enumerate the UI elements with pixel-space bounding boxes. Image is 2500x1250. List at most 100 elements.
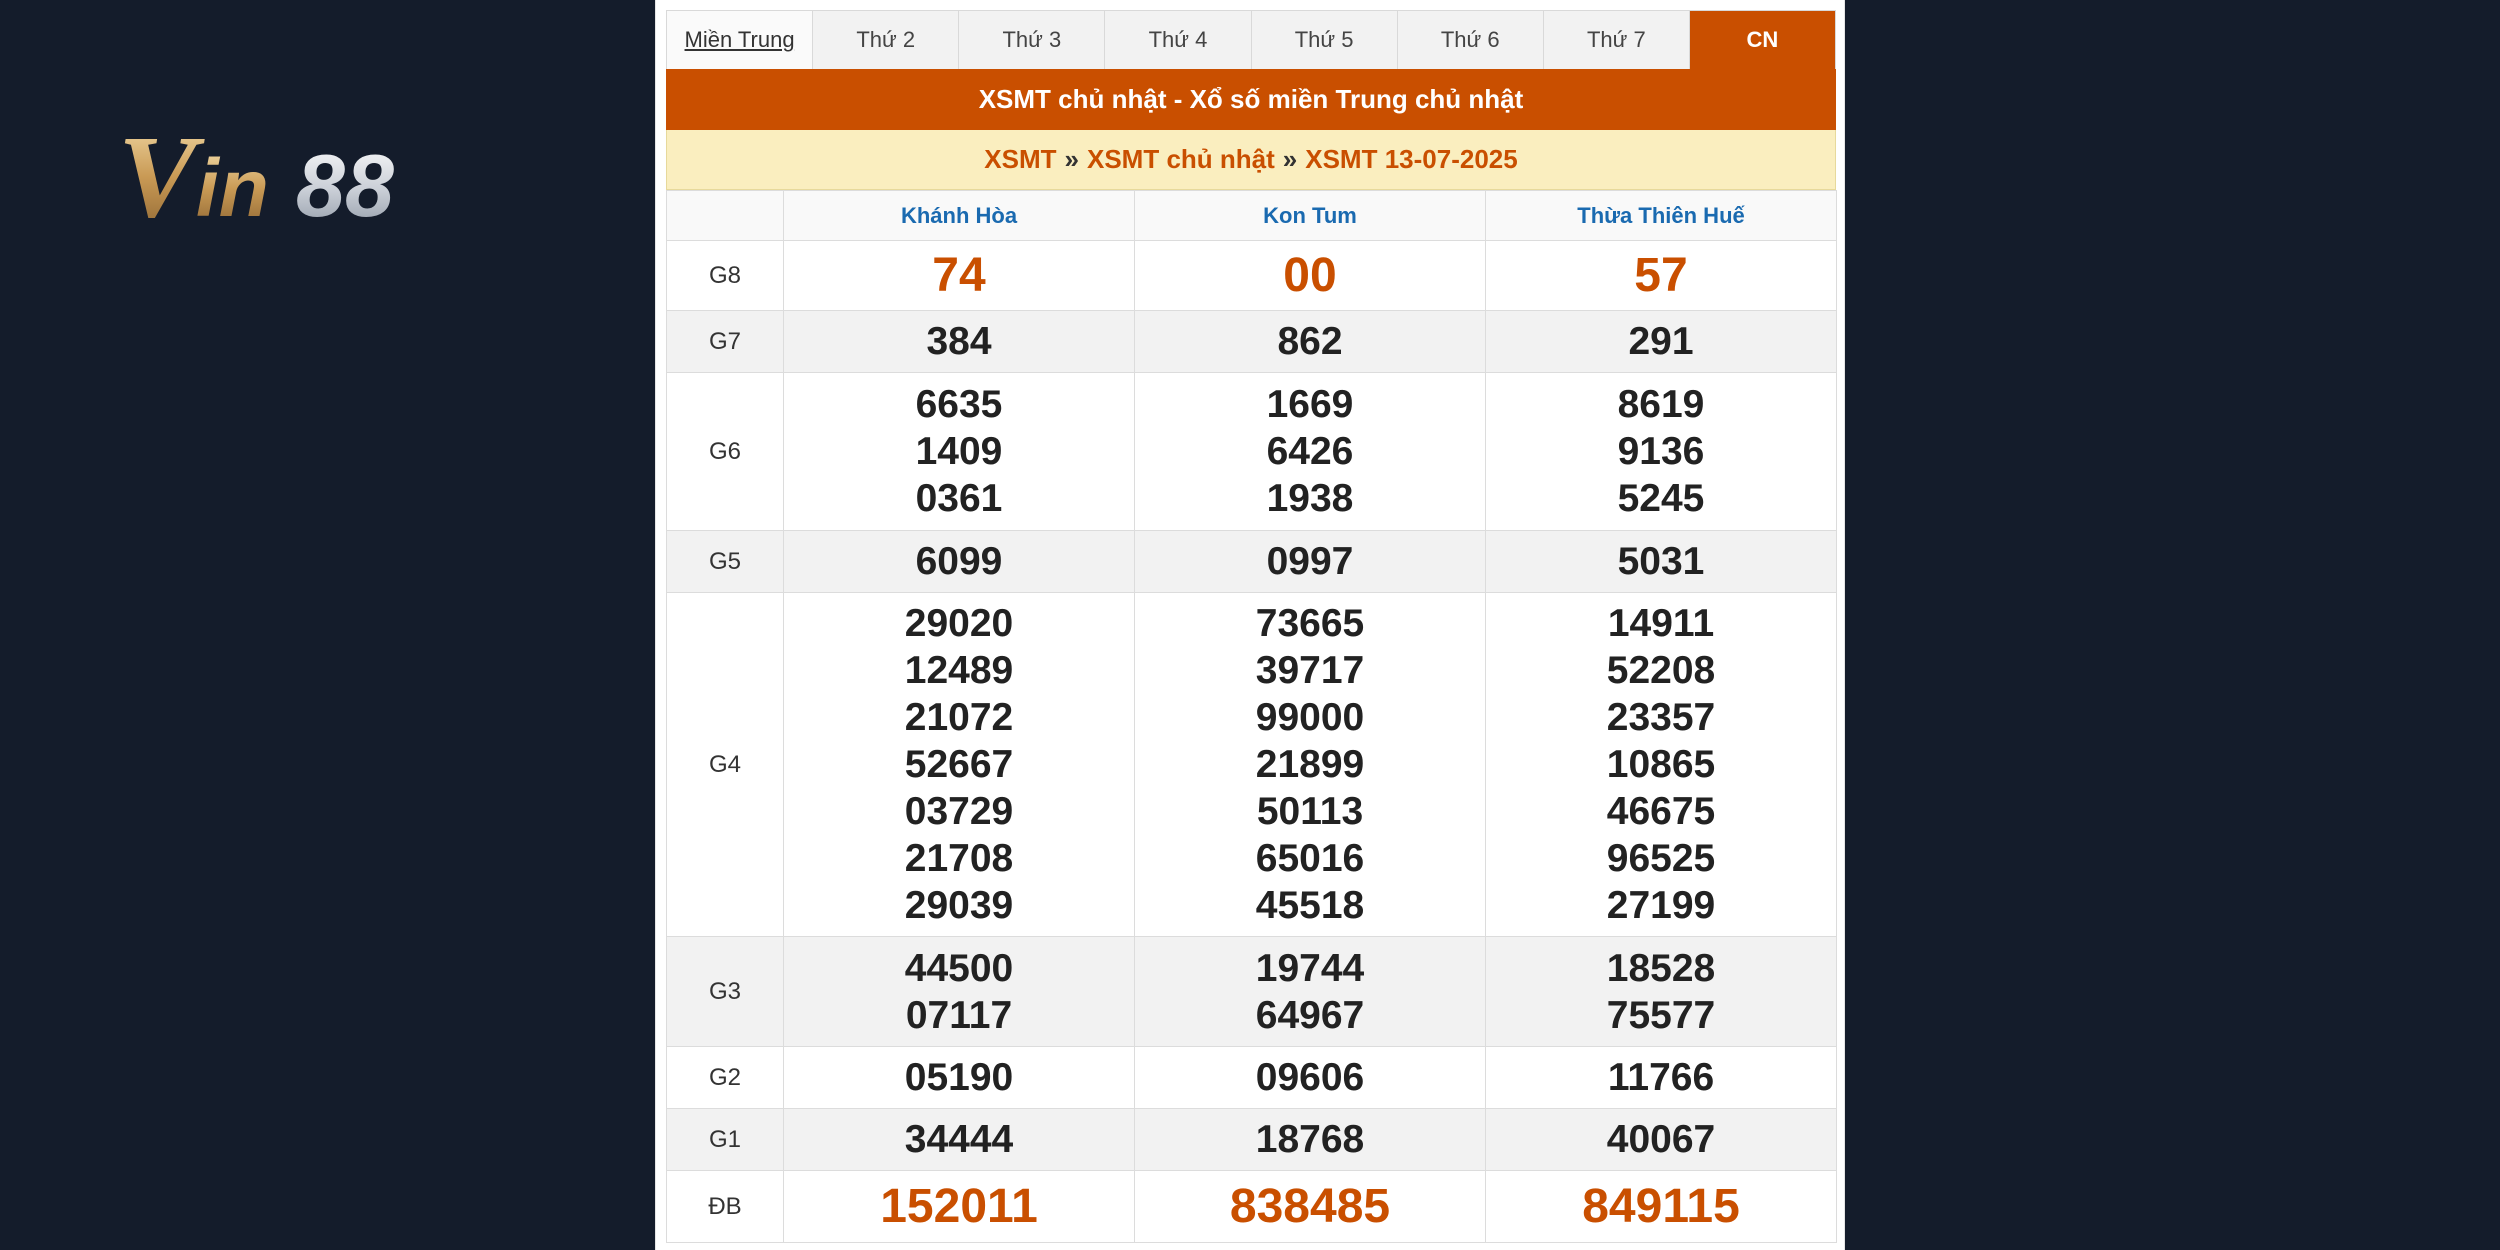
result-number: 34444: [904, 1118, 1014, 1161]
result-number: 46675: [1606, 790, 1716, 833]
result-number: 07117: [905, 993, 1013, 1037]
result-number: 8619: [1617, 383, 1705, 426]
result-cell: 00: [1134, 240, 1486, 311]
province-header[interactable]: Kon Tum: [1134, 190, 1486, 241]
result-number: 21708: [904, 837, 1014, 880]
table-row: G6 6635 1409 0361 1669 6426 1938 8619 9136 5245: [666, 372, 1837, 531]
tab-5[interactable]: Thứ 6: [1397, 11, 1544, 69]
result-number: 1669: [1266, 383, 1354, 426]
result-number: 45518: [1255, 884, 1365, 927]
table-row: G7 384 862 291: [666, 310, 1837, 373]
prize-label: G2: [666, 1046, 784, 1109]
tab-3[interactable]: Thứ 4: [1105, 11, 1252, 69]
result-number: 849115: [1582, 1179, 1740, 1233]
result-number: 50113: [1256, 790, 1364, 833]
result-cell: 40067: [1485, 1108, 1837, 1171]
prize-label: G4: [666, 592, 784, 937]
result-number: 29039: [904, 884, 1014, 927]
svg-text:V: V: [118, 116, 205, 234]
result-cell: 5031: [1485, 530, 1837, 593]
tab-7[interactable]: CN: [1689, 11, 1835, 69]
result-cell: 18528 75577: [1485, 936, 1837, 1047]
svg-text:88: 88: [296, 136, 394, 234]
result-number: 09606: [1255, 1056, 1365, 1099]
breadcrumb-item-xsmt[interactable]: XSMT: [984, 144, 1056, 175]
prize-label: G3: [666, 936, 784, 1047]
breadcrumb-item-sunday[interactable]: XSMT chủ nhật: [1087, 144, 1275, 175]
result-number: 0361: [915, 477, 1003, 520]
table-row: G5 6099 0997 5031: [666, 530, 1837, 593]
table-row: ĐB 152011 838485 849115: [666, 1170, 1837, 1243]
prize-label: G6: [666, 372, 784, 531]
result-number: 21899: [1255, 743, 1365, 786]
result-number: 23357: [1606, 696, 1716, 739]
prize-header: [666, 190, 784, 241]
result-number: 29020: [904, 602, 1014, 645]
result-cell: 05190: [783, 1046, 1135, 1109]
result-number: 57: [1634, 248, 1688, 302]
result-number: 96525: [1606, 837, 1716, 880]
result-cell: 44500 07117: [783, 936, 1135, 1047]
result-cell: 291: [1485, 310, 1837, 373]
breadcrumb-separator: »: [1064, 144, 1079, 174]
result-cell: 14911 52208 23357 10865 46675 96525 27199: [1485, 592, 1837, 937]
result-number: 52667: [904, 743, 1014, 786]
result-number: 1938: [1266, 477, 1354, 520]
prize-label: G8: [666, 240, 784, 311]
result-number: 11766: [1607, 1056, 1715, 1099]
tab-2[interactable]: Thứ 3: [959, 11, 1106, 69]
result-number: 1409: [915, 430, 1003, 473]
page-title: XSMT chủ nhật - Xổ số miền Trung chủ nhậ…: [666, 69, 1836, 130]
table-header-row: Khánh Hòa Kon Tum Thừa Thiên Huế: [666, 190, 1837, 241]
day-tabs: Miền Trung Thứ 2 Thứ 3 Thứ 4 Thứ 5 Thứ 6 Thứ 7…: [666, 10, 1836, 69]
prize-label: G5: [666, 530, 784, 593]
result-number: 65016: [1255, 837, 1365, 880]
result-number: 152011: [880, 1179, 1038, 1233]
result-number: 6426: [1266, 430, 1354, 473]
breadcrumb-item-date[interactable]: XSMT 13-07-2025: [1305, 144, 1517, 175]
result-number: 14911: [1607, 602, 1715, 645]
results-container: Miền Trung Thứ 2 Thứ 3 Thứ 4 Thứ 5 Thứ 6 Thứ 7…: [666, 10, 1837, 1243]
result-cell: 838485: [1134, 1170, 1486, 1243]
result-cell: 0997: [1134, 530, 1486, 593]
province-header[interactable]: Khánh Hòa: [783, 190, 1135, 241]
tab-6[interactable]: Thứ 7: [1543, 11, 1690, 69]
result-number: 39717: [1255, 649, 1365, 692]
result-number: 0997: [1266, 540, 1354, 583]
result-number: 52208: [1606, 649, 1716, 692]
result-number: 5031: [1617, 540, 1705, 583]
result-cell: 6635 1409 0361: [783, 372, 1135, 531]
result-number: 03729: [904, 790, 1014, 833]
tab-4[interactable]: Thứ 5: [1251, 11, 1398, 69]
result-cell: 11766: [1485, 1046, 1837, 1109]
result-cell: 862: [1134, 310, 1486, 373]
result-cell: 18768: [1134, 1108, 1486, 1171]
result-number: 862: [1277, 320, 1343, 363]
prize-label: ĐB: [666, 1170, 784, 1243]
result-cell: 1669 6426 1938: [1134, 372, 1486, 531]
prize-label: G1: [666, 1108, 784, 1171]
result-cell: 8619 9136 5245: [1485, 372, 1837, 531]
result-cell: 849115: [1485, 1170, 1837, 1243]
result-number: 6635: [915, 383, 1003, 426]
prize-label: G7: [666, 310, 784, 373]
result-cell: 29020 12489 21072 52667 03729 21708 29039: [783, 592, 1135, 937]
tab-1[interactable]: Thứ 2: [813, 11, 960, 69]
result-cell: 384: [783, 310, 1135, 373]
vin88-logo: V in 88: [118, 116, 490, 234]
results-table: Khánh Hòa Kon Tum Thừa Thiên Huế G8 74 00 5…: [666, 190, 1837, 1243]
result-number: 5245: [1617, 477, 1705, 520]
tab-0[interactable]: Miền Trung: [667, 11, 814, 69]
province-header[interactable]: Thừa Thiên Huế: [1485, 190, 1837, 241]
result-number: 40067: [1606, 1118, 1716, 1161]
result-number: 9136: [1617, 430, 1705, 473]
result-cell: 73665 39717 99000 21899 50113 65016 45518: [1134, 592, 1486, 937]
result-number: 838485: [1229, 1179, 1391, 1233]
result-cell: 152011: [783, 1170, 1135, 1243]
result-cell: 57: [1485, 240, 1837, 311]
result-number: 18528: [1606, 946, 1716, 990]
result-number: 21072: [904, 696, 1014, 739]
table-row: G4 29020 12489 21072 52667 03729 21708 29039 736…: [666, 592, 1837, 937]
result-number: 99000: [1255, 696, 1365, 739]
result-number: 73665: [1255, 602, 1365, 645]
